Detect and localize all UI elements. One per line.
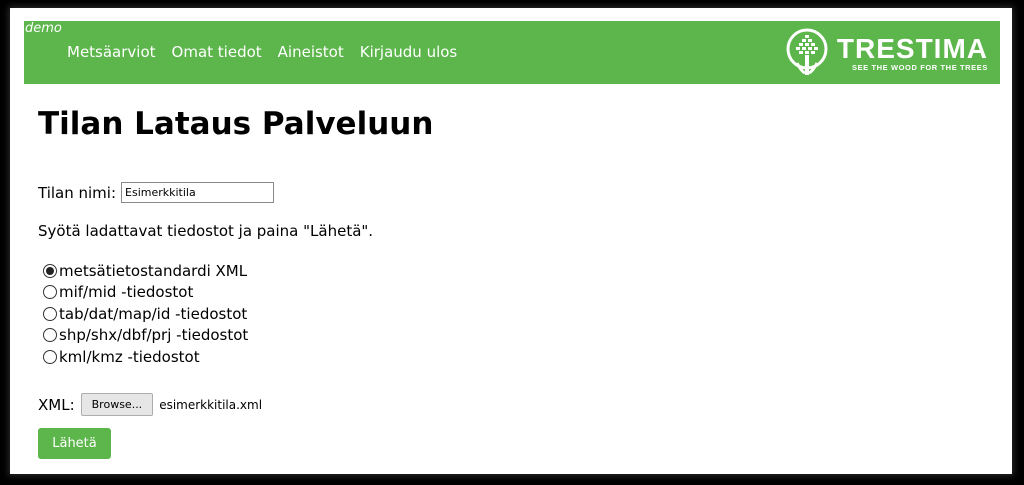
trestima-logo[interactable]: TRESTIMA SEE THE WOOD FOR THE TREES	[783, 27, 988, 79]
nav-link-aineistot[interactable]: Aineistot	[278, 43, 344, 61]
page-title: Tilan Lataus Palveluun	[38, 106, 434, 142]
browse-button[interactable]: Browse...	[80, 393, 154, 416]
format-option-mif[interactable]: mif/mid -tiedostot	[43, 282, 248, 304]
file-upload-row: XML: Browse... esimerkkitila.xml	[38, 393, 262, 416]
format-option-label: metsätietostandardi XML	[59, 261, 248, 280]
format-radio-group: metsätietostandardi XML mif/mid -tiedost…	[43, 260, 248, 368]
radio-button[interactable]	[43, 328, 57, 343]
nav-link-omat-tiedot[interactable]: Omat tiedot	[172, 43, 262, 61]
farm-name-input[interactable]	[121, 182, 275, 203]
format-option-label: tab/dat/map/id -tiedostot	[59, 304, 248, 323]
instructions-text: Syötä ladattavat tiedostot ja paina "Läh…	[38, 222, 374, 240]
format-option-tab[interactable]: tab/dat/map/id -tiedostot	[43, 303, 248, 325]
farm-name-row: Tilan nimi:	[38, 182, 275, 203]
format-option-label: mif/mid -tiedostot	[59, 283, 194, 302]
format-option-shp[interactable]: shp/shx/dbf/prj -tiedostot	[43, 325, 248, 347]
submit-button[interactable]: Lähetä	[38, 428, 111, 459]
farm-name-label: Tilan nimi:	[38, 183, 117, 202]
tree-logo-icon	[786, 28, 828, 75]
selected-file-name: esimerkkitila.xml	[159, 397, 263, 412]
format-option-kml[interactable]: kml/kmz -tiedostot	[43, 346, 248, 368]
file-input-label: XML:	[38, 395, 75, 414]
radio-button[interactable]	[43, 285, 57, 300]
demo-label: demo	[25, 21, 62, 36]
logo-tagline: SEE THE WOOD FOR THE TREES	[851, 62, 988, 72]
nav-link-kirjaudu-ulos[interactable]: Kirjaudu ulos	[360, 43, 458, 61]
main-nav: Metsäarviot Omat tiedot Aineistot Kirjau…	[67, 43, 457, 61]
top-navbar: demo Metsäarviot Omat tiedot Aineistot K…	[24, 21, 1000, 84]
format-option-label: kml/kmz -tiedostot	[59, 347, 200, 366]
logo-wordmark: TRESTIMA	[836, 32, 988, 64]
radio-button[interactable]	[43, 306, 57, 321]
radio-button-checked[interactable]	[43, 263, 57, 278]
browser-window: demo Metsäarviot Omat tiedot Aineistot K…	[10, 8, 1012, 474]
format-option-xml[interactable]: metsätietostandardi XML	[43, 260, 248, 282]
radio-button[interactable]	[43, 349, 57, 364]
nav-link-metsaarviot[interactable]: Metsäarviot	[67, 43, 156, 61]
format-option-label: shp/shx/dbf/prj -tiedostot	[59, 326, 249, 345]
